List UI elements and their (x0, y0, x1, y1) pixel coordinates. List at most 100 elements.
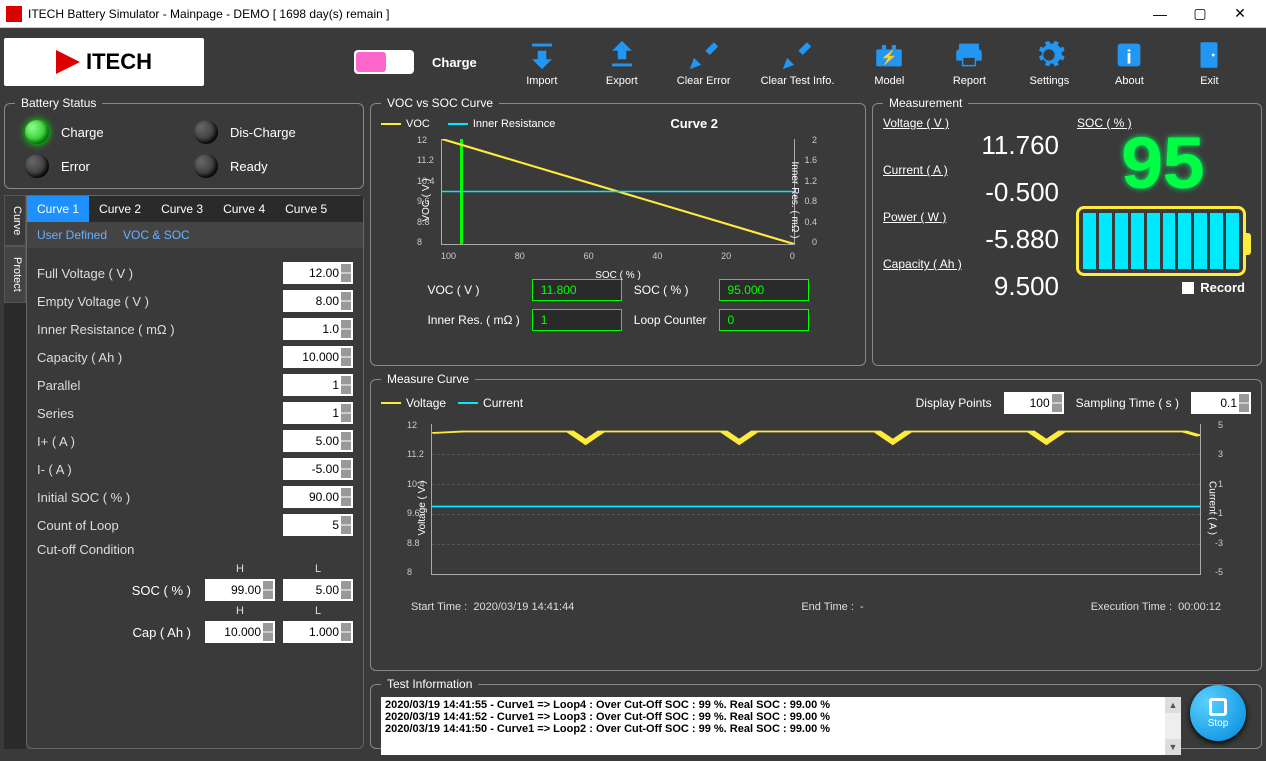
status-discharge: Dis-Charge (194, 120, 343, 144)
ylabel-right: Inner Res. ( mΩ ) (789, 162, 800, 239)
import-button[interactable]: Import (517, 37, 567, 87)
report-button[interactable]: Report (944, 37, 994, 87)
about-button[interactable]: iAbout (1104, 37, 1154, 87)
voc-panel-legend: VOC vs SOC Curve (381, 96, 499, 110)
input-parallel[interactable]: 1 (283, 374, 353, 396)
input-cutoff-cap-h[interactable]: 10.000 (205, 621, 275, 643)
stop-button[interactable]: Stop (1190, 685, 1246, 741)
meas-capacity-label: Capacity ( Ah ) (883, 257, 1063, 271)
stop-icon (1209, 698, 1227, 716)
voc-chart: 1211.210.49.68.88 21.61.20.80.40 1008060… (411, 135, 825, 265)
measure-curve-panel: Measure Curve Voltage Current Display Po… (370, 372, 1262, 671)
clear-error-button[interactable]: Clear Error (677, 37, 731, 87)
input-cutoff-soc-h[interactable]: 99.00 (205, 579, 275, 601)
input-i-minus[interactable]: -5.00 (283, 458, 353, 480)
printer-icon (951, 37, 987, 73)
input-empty-voltage[interactable]: 8.00 (283, 290, 353, 312)
tab-curve2[interactable]: Curve 2 (89, 196, 151, 222)
scrollbar[interactable]: ▲▼ (1165, 697, 1181, 755)
label-h: H (205, 563, 275, 575)
toolbar: Import Export Clear Error Clear Test Inf… (517, 37, 1235, 87)
mc-ylabel-right: Current ( A ) (1207, 481, 1218, 535)
broom-icon (779, 37, 815, 73)
exit-button[interactable]: Exit (1184, 37, 1234, 87)
tab-curve4[interactable]: Curve 4 (213, 196, 275, 222)
legend-inner-res: Inner Resistance (473, 118, 556, 130)
tab-curve5[interactable]: Curve 5 (275, 196, 337, 222)
display-points-label: Display Points (916, 396, 992, 410)
label-loop-count: Count of Loop (37, 518, 283, 533)
record-checkbox[interactable]: Record (1182, 280, 1245, 295)
link-voc-soc[interactable]: VOC & SOC (123, 228, 190, 242)
end-time-label: End Time : (801, 601, 854, 613)
settings-button[interactable]: Settings (1024, 37, 1074, 87)
meas-capacity: 9.500 (883, 271, 1063, 302)
export-button[interactable]: Export (597, 37, 647, 87)
input-loop-count[interactable]: 5 (283, 514, 353, 536)
charge-toggle[interactable] (354, 50, 414, 74)
readout-ir: 1 (532, 309, 622, 331)
gear-icon (1031, 37, 1067, 73)
input-display-points[interactable]: 100 (1004, 392, 1064, 414)
measure-curve-legend: Measure Curve (381, 372, 475, 386)
minimize-button[interactable]: — (1140, 0, 1180, 28)
status-ready: Ready (194, 154, 343, 178)
log-row: 2020/03/19 14:41:52 - Curve1 => Loop3 : … (385, 711, 1177, 723)
input-full-voltage[interactable]: 12.00 (283, 262, 353, 284)
chart-title: Curve 2 (573, 116, 815, 131)
charge-toggle-label: Charge (432, 55, 477, 70)
close-button[interactable]: ✕ (1220, 0, 1260, 28)
label-cutoff-cap: Cap ( Ah ) (37, 625, 197, 640)
label-cutoff-soc: SOC ( % ) (37, 583, 197, 598)
mc-ylabel-left: Voltage ( V ) (417, 480, 428, 535)
test-info-log[interactable]: 2020/03/19 14:41:55 - Curve1 => Loop4 : … (381, 697, 1181, 755)
log-row: 2020/03/19 14:41:55 - Curve1 => Loop4 : … (385, 699, 1177, 711)
input-cutoff-soc-l[interactable]: 5.00 (283, 579, 353, 601)
exec-time-label: Execution Time : (1091, 601, 1172, 613)
input-series[interactable]: 1 (283, 402, 353, 424)
meas-power-label: Power ( W ) (883, 210, 1063, 224)
logo: ITECH (4, 38, 204, 86)
status-error: Error (25, 154, 174, 178)
input-inner-res[interactable]: 1.0 (283, 318, 353, 340)
readout-ir-label: Inner Res. ( mΩ ) (427, 313, 519, 327)
model-button[interactable]: ⚡Model (864, 37, 914, 87)
svg-text:i: i (1127, 47, 1133, 69)
tab-curve3[interactable]: Curve 3 (151, 196, 213, 222)
legend-current: Current (483, 396, 523, 410)
meas-power: -5.880 (883, 224, 1063, 255)
test-info-legend: Test Information (381, 677, 478, 691)
link-user-defined[interactable]: User Defined (37, 228, 107, 242)
maximize-button[interactable]: ▢ (1180, 0, 1220, 28)
log-row: 2020/03/19 14:41:50 - Curve1 => Loop2 : … (385, 723, 1177, 735)
readout-loop-label: Loop Counter (634, 313, 707, 327)
label-full-voltage: Full Voltage ( V ) (37, 266, 283, 281)
battery-gauge-icon (1076, 206, 1246, 276)
input-i-plus[interactable]: 5.00 (283, 430, 353, 452)
led-icon (194, 154, 218, 178)
input-cutoff-cap-l[interactable]: 1.000 (283, 621, 353, 643)
side-tab-protect[interactable]: Protect (4, 246, 26, 303)
titlebar: ITECH Battery Simulator - Mainpage - DEM… (0, 0, 1266, 28)
label-parallel: Parallel (37, 378, 283, 393)
battery-icon: ⚡ (871, 37, 907, 73)
side-tab-curve[interactable]: Curve (4, 195, 26, 246)
input-capacity[interactable]: 10.000 (283, 346, 353, 368)
measurement-legend: Measurement (883, 96, 968, 110)
led-icon (25, 120, 49, 144)
tab-curve1[interactable]: Curve 1 (27, 196, 89, 222)
select-sampling-time[interactable]: 0.1 (1191, 392, 1251, 414)
input-initial-soc[interactable]: 90.00 (283, 486, 353, 508)
meas-current-label: Current ( A ) (883, 163, 1063, 177)
label-initial-soc: Initial SOC ( % ) (37, 490, 283, 505)
label-inner-res: Inner Resistance ( mΩ ) (37, 322, 283, 337)
meas-current: -0.500 (883, 177, 1063, 208)
legend-voc: VOC (406, 118, 430, 130)
label-cutoff: Cut-off Condition (37, 542, 353, 557)
voc-soc-panel: VOC vs SOC Curve VOC Inner Resistance Cu… (370, 96, 866, 366)
end-time: - (860, 601, 864, 613)
svg-text:⚡: ⚡ (881, 49, 899, 66)
clear-test-button[interactable]: Clear Test Info. (761, 37, 835, 87)
readout-loop: 0 (719, 309, 809, 331)
import-icon (524, 37, 560, 73)
